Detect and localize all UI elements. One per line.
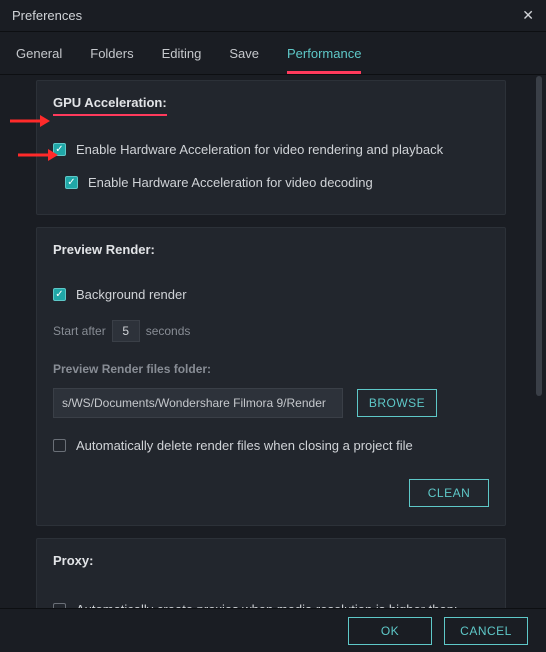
window-title: Preferences	[12, 8, 82, 23]
start-after-label: Start after	[53, 324, 106, 338]
gpu-section: GPU Acceleration: ✓ Enable Hardware Acce…	[36, 80, 506, 215]
gpu-title: GPU Acceleration:	[53, 95, 167, 116]
bg-render-checkbox[interactable]: ✓	[53, 288, 66, 301]
seconds-label: seconds	[146, 324, 191, 338]
hw-decode-checkbox[interactable]: ✓	[65, 176, 78, 189]
cancel-button[interactable]: CANCEL	[444, 617, 528, 645]
footer: OK CANCEL	[0, 608, 546, 652]
auto-delete-checkbox[interactable]	[53, 439, 66, 452]
preview-title: Preview Render:	[53, 242, 155, 257]
ok-button[interactable]: OK	[348, 617, 432, 645]
auto-delete-label: Automatically delete render files when c…	[76, 438, 413, 453]
hw-render-label: Enable Hardware Acceleration for video r…	[76, 142, 443, 157]
render-folder-input[interactable]	[53, 388, 343, 418]
proxy-title: Proxy:	[53, 553, 93, 568]
annotation-arrow-2	[18, 148, 58, 162]
bg-render-label: Background render	[76, 287, 187, 302]
proxy-section: Proxy: Automatically create proxies when…	[36, 538, 506, 608]
start-after-input[interactable]	[112, 320, 140, 342]
render-folder-label: Preview Render files folder:	[53, 362, 489, 376]
scrollbar[interactable]	[536, 76, 542, 396]
close-icon[interactable]: ✕	[522, 7, 534, 24]
preview-section: Preview Render: ✓ Background render Star…	[36, 227, 506, 526]
annotation-arrow-1	[10, 114, 50, 128]
clean-button[interactable]: CLEAN	[409, 479, 489, 507]
render-browse-button[interactable]: BROWSE	[357, 389, 437, 417]
hw-decode-label: Enable Hardware Acceleration for video d…	[88, 175, 373, 190]
